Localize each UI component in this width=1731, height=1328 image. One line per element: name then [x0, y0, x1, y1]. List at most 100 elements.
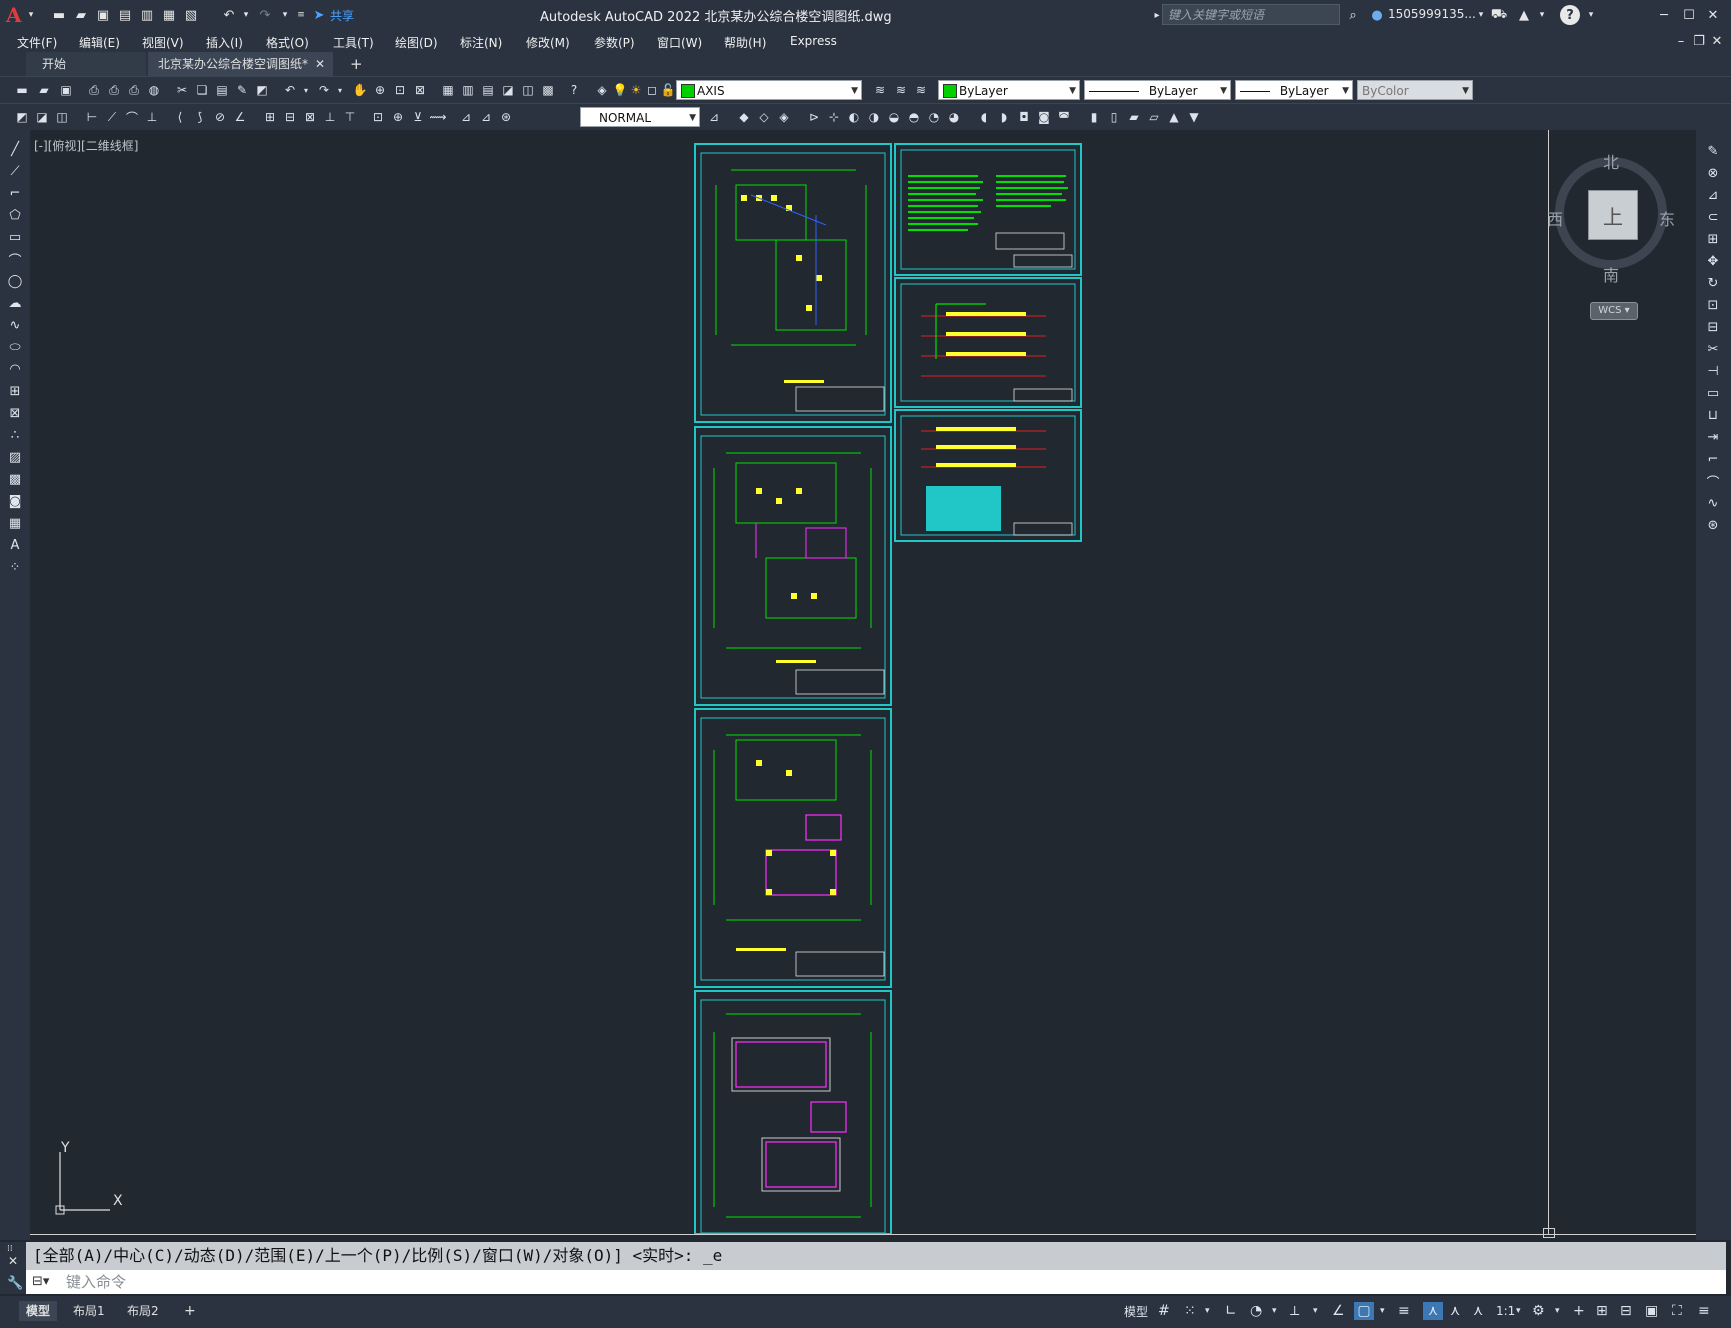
model-space-button[interactable]: 模型 [1124, 1302, 1148, 1320]
share-button[interactable]: 共享 [330, 7, 354, 24]
menu-parametric[interactable]: 参数(P) [594, 34, 635, 51]
rotate-icon[interactable]: ◑ [866, 109, 882, 125]
polyline-icon[interactable]: ⌐ [5, 184, 25, 202]
save-icon[interactable]: ▣ [94, 6, 112, 24]
polar-icon[interactable]: ◔ [1250, 1302, 1262, 1320]
edit-block-icon[interactable]: ◩ [14, 109, 30, 125]
right-move-icon[interactable]: ✥ [1703, 252, 1723, 270]
right-blend-icon[interactable]: ∿ [1703, 494, 1723, 512]
command-grip-icon[interactable]: ⁞⁞ [7, 1244, 13, 1254]
3d-print-icon[interactable]: ◍ [146, 82, 162, 98]
menu-view[interactable]: 视图(V) [142, 34, 184, 51]
layer-lock-icon[interactable]: 🔓 [660, 82, 676, 98]
region-icon[interactable]: ◙ [5, 492, 25, 510]
wblock-icon[interactable]: ◫ [54, 109, 70, 125]
menu-modify[interactable]: 修改(M) [526, 34, 570, 51]
mtext-icon[interactable]: A [5, 536, 25, 554]
pan-icon[interactable]: ✋ [352, 82, 368, 98]
right-break-point-icon[interactable]: ▭ [1703, 384, 1723, 402]
right-stretch-icon[interactable]: ⊟ [1703, 318, 1723, 336]
auto-scale-icon[interactable]: ⋏ [1450, 1302, 1460, 1320]
stretch-icon[interactable]: ◓ [906, 109, 922, 125]
revision-cloud-icon[interactable]: ☁ [5, 294, 25, 312]
user-icon[interactable]: ● [1368, 6, 1386, 24]
design-center-icon[interactable]: ▥ [460, 82, 476, 98]
layer-freeze-icon[interactable]: ☀ [628, 82, 644, 98]
right-explode-icon[interactable]: ⊛ [1703, 516, 1723, 534]
publish-icon[interactable]: ⎙ [126, 82, 142, 98]
polygon-icon[interactable]: ⬠ [5, 206, 25, 224]
a360-dropdown-icon[interactable]: ▾ [1533, 6, 1551, 24]
move-icon[interactable]: ◐ [846, 109, 862, 125]
menu-edit[interactable]: 编辑(E) [79, 34, 120, 51]
zoom-previous-icon[interactable]: ⊠ [412, 82, 428, 98]
wcs-menu-button[interactable]: WCS ▾ [1590, 302, 1638, 320]
workspace-gear-icon[interactable]: ⚙ [1532, 1302, 1545, 1320]
units-icon[interactable]: ⊞ [1596, 1302, 1608, 1320]
layer-on-icon[interactable]: 💡 [612, 82, 628, 98]
doc-close-icon[interactable]: ✕ [1708, 32, 1726, 50]
line-icon[interactable]: ╱ [5, 140, 25, 158]
layer-states-icon[interactable]: ≋ [913, 82, 929, 98]
ordinate-dim-icon[interactable]: ⊥ [144, 109, 160, 125]
toolbar-help-icon[interactable]: ? [566, 82, 582, 98]
make-current-layer-icon[interactable]: ≋ [872, 82, 888, 98]
array-icon[interactable]: ⊹ [826, 109, 842, 125]
scale-dropdown-icon[interactable]: ▾ [1516, 1302, 1521, 1320]
add-layout-button[interactable]: + [177, 1301, 203, 1321]
menu-window[interactable]: 窗口(W) [657, 34, 702, 51]
add-selected-icon[interactable]: ⁘ [5, 558, 25, 576]
annotation-scale-value[interactable]: 1:1 [1496, 1302, 1515, 1320]
break-icon[interactable]: ◖ [976, 109, 992, 125]
isodraft-dropdown-icon[interactable]: ▾ [1313, 1302, 1318, 1320]
compass-west[interactable]: 西 [1547, 206, 1563, 230]
center-mark-icon[interactable]: ⊕ [390, 109, 406, 125]
toolbar-redo-dropdown-icon[interactable]: ▾ [332, 82, 348, 98]
menu-express[interactable]: Express [790, 34, 837, 48]
arc-icon[interactable]: ⌒ [5, 250, 25, 269]
share-icon[interactable]: ➤ [310, 6, 328, 24]
annotation-monitor-icon[interactable]: + [1573, 1302, 1585, 1320]
draw-order-front-icon[interactable]: ▮ [1086, 109, 1102, 125]
copy-icon[interactable]: ❏ [194, 82, 210, 98]
baseline-dim-icon[interactable]: ⊟ [282, 109, 298, 125]
point-icon[interactable]: ∴ [5, 426, 25, 444]
linear-dim-icon[interactable]: ⊢ [84, 109, 100, 125]
table-icon[interactable]: ▦ [5, 514, 25, 532]
help-icon[interactable]: ? [1560, 5, 1580, 25]
radius-dim-icon[interactable]: ⟨ [172, 109, 188, 125]
copy-object-icon[interactable]: ◇ [756, 109, 772, 125]
lineweight-toggle-icon[interactable]: ≡ [1398, 1302, 1410, 1320]
new-file-icon[interactable]: ▬ [50, 6, 68, 24]
menu-file[interactable]: 文件(F) [17, 34, 57, 51]
annotation-scale-icon[interactable]: ⋏ [1473, 1302, 1483, 1320]
rectangle-icon[interactable]: ▭ [5, 228, 25, 246]
clean-screen-icon[interactable]: ⛶ [1672, 1302, 1682, 1320]
menu-help[interactable]: 帮助(H) [724, 34, 766, 51]
spline-icon[interactable]: ∿ [5, 316, 25, 334]
quick-dim-icon[interactable]: ⊞ [262, 109, 278, 125]
sheet-set-icon[interactable]: ◪ [500, 82, 516, 98]
plotstyle-select[interactable]: ByColor ▼ [1357, 80, 1473, 100]
layer-vp-freeze-icon[interactable]: ◻ [644, 82, 660, 98]
command-input[interactable]: ⊟▾ 键入命令 [26, 1270, 1726, 1294]
tool-palettes-icon[interactable]: ▤ [480, 82, 496, 98]
block-editor-icon[interactable]: ◩ [254, 82, 270, 98]
draw-order-above-icon[interactable]: ▰ [1126, 109, 1142, 125]
hatch-icon[interactable]: ▨ [5, 448, 25, 466]
grid-icon[interactable]: # [1158, 1302, 1170, 1320]
aligned-dim-icon[interactable]: ⟋ [104, 109, 120, 125]
print-preview-icon[interactable]: ⎙ [106, 82, 122, 98]
construction-line-icon[interactable]: ⟋ [5, 162, 25, 180]
object-snap-tracking-icon[interactable]: ∠ [1332, 1302, 1345, 1320]
right-mirror-icon[interactable]: ⊿ [1703, 186, 1723, 204]
properties-icon[interactable]: ▦ [440, 82, 456, 98]
autodesk-a360-icon[interactable]: ▲ [1515, 6, 1533, 24]
new-tab-button[interactable]: + [350, 55, 363, 73]
draw-order-back-icon[interactable]: ▯ [1106, 109, 1122, 125]
dim-style-icon[interactable]: ⊿ [706, 109, 722, 125]
right-chamfer-icon[interactable]: ⌐ [1703, 450, 1723, 468]
circle-icon[interactable]: ◯ [5, 272, 25, 290]
layer-select[interactable]: AXIS ▼ [676, 80, 862, 100]
fillet-icon[interactable]: ◙ [1036, 109, 1052, 125]
